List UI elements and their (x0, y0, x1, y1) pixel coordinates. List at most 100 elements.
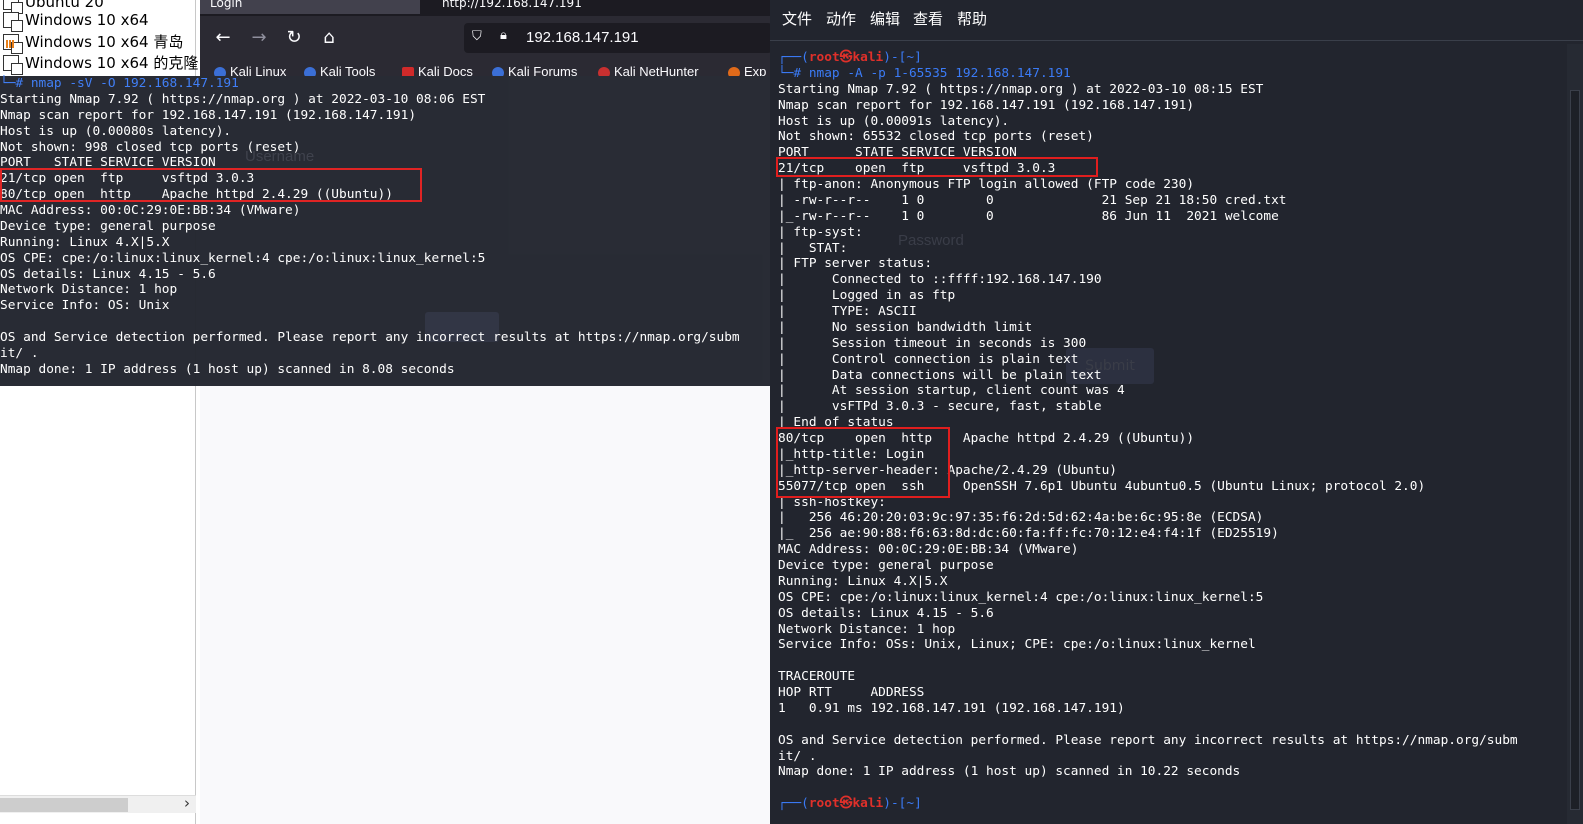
vm-item-windows10-clone[interactable]: Windows 10 x64 的克隆 (0, 52, 199, 75)
terminal-line: | 256 46:20:20:03:9c:97:35:f6:2d:5d:62:4… (778, 510, 1264, 526)
vm-item-label: Windows 10 x64 (25, 10, 149, 29)
vm-item-label: Windows 10 x64 青岛 (25, 33, 184, 51)
terminal-line: | Session timeout in seconds is 300 (778, 335, 1087, 351)
terminal-line: Starting Nmap 7.92 ( https://nmap.org ) … (0, 91, 486, 107)
home-icon[interactable]: ⌂ (316, 25, 342, 51)
terminal-line: Device type: general purpose (778, 558, 994, 573)
right-terminal-window[interactable]: 文件 动作 编辑 查看 帮助 Password Submit ┌──(root㉿… (770, 0, 1583, 824)
left-terminal-output: └─# nmap -sV -O 192.168.147.191 Starting… (0, 76, 740, 378)
bookmarks-bar: Kali Linux Kali Tools Kali Docs Kali For… (200, 60, 772, 76)
terminal-line: MAC Address: 00:0C:29:0E:BB:34 (VMware) (0, 203, 301, 218)
prompt-bottom: ┌──(root㉿kali)-[~] (778, 796, 922, 812)
terminal-line: | Connected to ::ffff:192.168.147.190 (778, 272, 1102, 288)
bookmark-exploit-db[interactable]: Exp (728, 64, 766, 76)
vm-item-windows10[interactable]: Windows 10 x64 (0, 9, 149, 32)
prompt-top: ┌──(root㉿kali)-[~] (778, 50, 922, 65)
terminal-line: OS CPE: cpe:/o:linux:linux_kernel:4 cpe:… (778, 589, 1264, 605)
terminal-line: Network Distance: 1 hop (0, 282, 178, 298)
terminal-line: OS details: Linux 4.15 - 5.6 (778, 605, 994, 621)
browser-tab-url[interactable]: http://192.168.147.191 (432, 0, 752, 14)
terminal-line: Nmap scan report for 192.168.147.191 (19… (778, 97, 1195, 113)
terminal-line: it/ . (778, 748, 817, 764)
terminal-line: MAC Address: 00:0C:29:0E:BB:34 (VMware) (778, 542, 1079, 558)
terminal-line: | vsFTPd 3.0.3 - secure, fast, stable (778, 399, 1102, 415)
terminal-line: Host is up (0.00080s latency). (0, 123, 232, 139)
terminal-line: Running: Linux 4.X|5.X (0, 234, 170, 250)
highlight-box-http-ssh (776, 427, 950, 498)
bookmark-kali-nethunter[interactable]: Kali NetHunter (598, 64, 699, 76)
bookmark-kali-linux[interactable]: Kali Linux (214, 64, 286, 76)
scrollbar-thumb[interactable] (1570, 90, 1580, 810)
terminal-line: Nmap done: 1 IP address (1 host up) scan… (778, 764, 1241, 780)
scrollbar-thumb[interactable] (0, 798, 128, 812)
nethunter-icon (598, 66, 610, 76)
bookmark-kali-docs[interactable]: Kali Docs (402, 64, 473, 76)
terminal-line: it/ . (0, 345, 39, 361)
address-bar[interactable]: ⛉ 🔒︎ 192.168.147.191 (464, 23, 772, 53)
terminal-line: TRACEROUTE (778, 669, 856, 685)
browser-toolbar: ← → ↻ ⌂ ⛉ 🔒︎ 192.168.147.191 (200, 16, 772, 60)
kali-icon (492, 66, 504, 76)
menu-file[interactable]: 文件 (782, 8, 812, 29)
browser-page (200, 386, 772, 824)
lock-icon[interactable]: 🔒︎ (500, 28, 507, 43)
shield-icon[interactable]: ⛉ (472, 29, 482, 44)
prompt-user-host: root㉿kali (808, 796, 884, 812)
horizontal-scrollbar[interactable]: › (0, 794, 196, 813)
terminal-line: | FTP server status: (778, 256, 933, 272)
kali-icon (214, 66, 226, 76)
terminal-line: OS CPE: cpe:/o:linux:linux_kernel:4 cpe:… (0, 250, 486, 266)
bookmark-kali-tools[interactable]: Kali Tools (304, 64, 375, 76)
terminal-line: 1 0.91 ms 192.168.147.191 (192.168.147.1… (778, 700, 1125, 716)
scroll-right-icon[interactable]: › (184, 794, 190, 812)
highlight-box-open-ports (0, 168, 422, 202)
terminal-line: | Logged in as ftp (778, 288, 956, 304)
forward-icon[interactable]: → (246, 25, 272, 51)
bookmark-kali-forums[interactable]: Kali Forums (492, 64, 577, 76)
terminal-line: | ftp-anon: Anonymous FTP login allowed … (778, 177, 1195, 192)
terminal-line: | Data connections will be plain text (778, 367, 1102, 383)
terminal-menubar: 文件 动作 编辑 查看 帮助 (770, 0, 1583, 34)
terminal-line: |_ 256 ae:90:88:f6:63:8d:dc:60:fa:ff:fc:… (778, 526, 1279, 542)
vertical-scrollbar[interactable] (1567, 44, 1583, 824)
terminal-line: Service Info: OSs: Unix, Linux; CPE: cpe… (778, 637, 1256, 653)
reload-icon[interactable]: ↻ (281, 25, 307, 51)
exploit-db-icon (728, 66, 740, 76)
terminal-line: Service Info: OS: Unix (0, 298, 170, 314)
browser-tab-login[interactable]: Login (200, 0, 420, 14)
terminal-line: | TYPE: ASCII (778, 304, 917, 319)
terminal-line: Network Distance: 1 hop (778, 621, 956, 637)
kali-icon (304, 66, 316, 76)
terminal-line: Starting Nmap 7.92 ( https://nmap.org ) … (778, 81, 1264, 97)
terminal-line: | Control connection is plain text (778, 351, 1079, 367)
terminal-line: Not shown: 998 closed tcp ports (reset) (0, 139, 301, 155)
terminal-line: |_-rw-r--r-- 1 0 0 86 Jun 11 2021 welcom… (778, 208, 1279, 224)
vm-item-label: Windows 10 x64 的克隆 (25, 54, 199, 72)
browser-tab-strip: Login http://192.168.147.191 (200, 0, 772, 16)
vm-icon (3, 11, 23, 32)
terminal-line: OS and Service detection performed. Plea… (0, 330, 740, 345)
terminal-line: OS details: Linux 4.15 - 5.6 (0, 266, 216, 282)
terminal-line: | No session bandwidth limit (778, 319, 1033, 335)
menu-help[interactable]: 帮助 (957, 8, 987, 29)
docs-icon (402, 66, 414, 76)
vm-running-icon (3, 33, 23, 54)
prompt-user-host: root㉿kali (808, 50, 884, 65)
url-text[interactable]: 192.168.147.191 (526, 29, 639, 46)
terminal-line: Nmap scan report for 192.168.147.191 (19… (0, 107, 417, 123)
terminal-line: Host is up (0.00091s latency). (778, 113, 1010, 129)
terminal-line: | At session startup, client count was 4 (778, 383, 1125, 399)
menu-view[interactable]: 查看 (913, 8, 943, 29)
terminal-line: | STAT: (778, 240, 848, 256)
vm-item-windows10-qingdao[interactable]: Windows 10 x64 青岛 (0, 31, 184, 54)
left-terminal-command: └─# nmap -sV -O 192.168.147.191 (0, 76, 239, 91)
terminal-line: Running: Linux 4.X|5.X (778, 573, 948, 589)
terminal-line: Nmap done: 1 IP address (1 host up) scan… (0, 361, 455, 377)
terminal-line: | -rw-r--r-- 1 0 0 21 Sep 21 18:50 cred.… (778, 192, 1287, 208)
vm-icon (3, 54, 23, 75)
left-terminal[interactable]: Username └─# nmap -sV -O 192.168.147.191… (0, 76, 770, 386)
highlight-box-ftp (776, 157, 1098, 177)
back-icon[interactable]: ← (210, 25, 236, 51)
menu-actions[interactable]: 动作 (826, 8, 856, 29)
menu-edit[interactable]: 编辑 (870, 8, 900, 29)
